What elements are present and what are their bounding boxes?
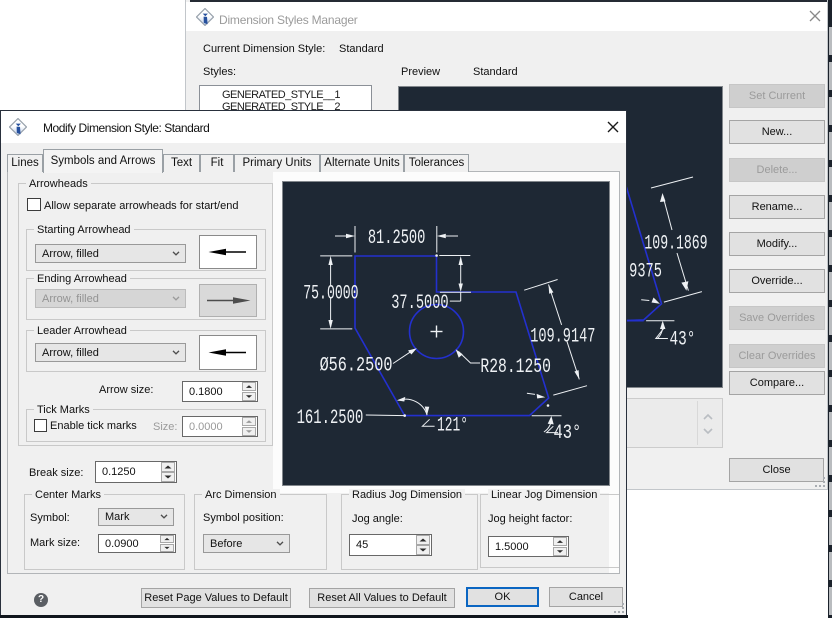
svg-text:109.1869: 109.1869 xyxy=(644,233,707,255)
